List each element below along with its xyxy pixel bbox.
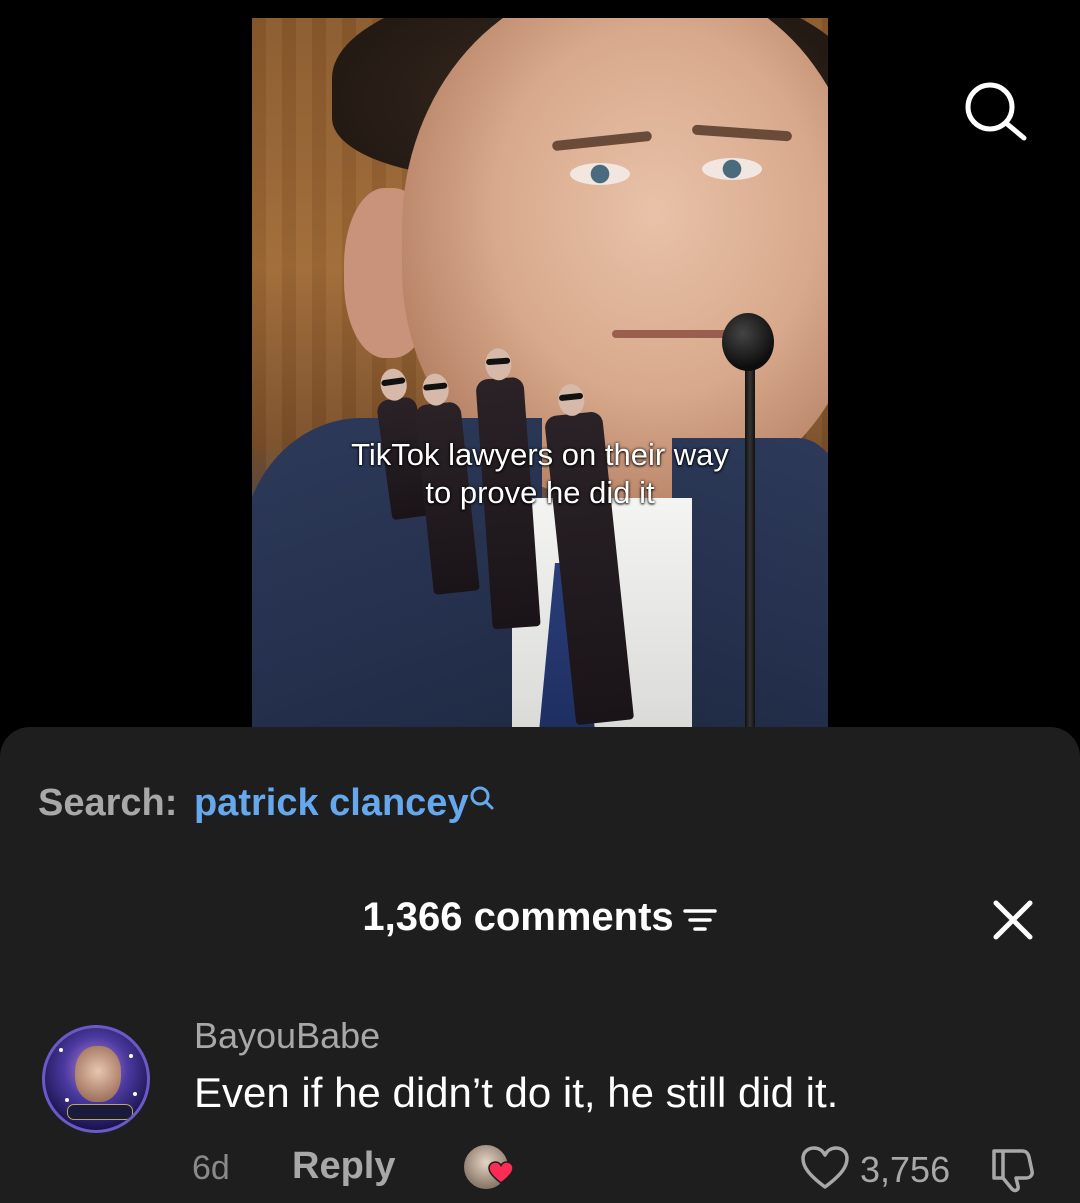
close-icon[interactable] [990,897,1036,943]
comment-time: 6d [192,1149,230,1187]
comment-actions: 6d Reply 3,756 [0,1143,1080,1195]
like-count: 3,756 [860,1149,951,1190]
comment-text: Even if he didn’t do it, he still did it… [194,1069,839,1116]
search-suggestion[interactable]: Search: patrick clancey [38,782,495,825]
heart-icon[interactable] [800,1145,850,1191]
tiktok-comments-screen: TikTok lawyers on their way to prove he … [0,0,1080,1203]
creator-heart-icon [488,1161,514,1184]
search-mini-icon [469,778,495,821]
reply-button[interactable]: Reply [292,1145,395,1188]
search-suggestion-label: Search: [38,782,178,824]
comments-header: 1,366 comments [0,895,1080,940]
comment-count: 1,366 comments [362,895,674,939]
avatar[interactable] [42,1025,150,1133]
video-eye-right [702,158,762,180]
video-eye-left [570,163,630,185]
comments-sheet: Search: patrick clancey 1,366 comments B… [0,727,1080,1203]
filter-icon[interactable] [682,906,718,939]
video-mouth [612,330,732,338]
video-caption: TikTok lawyers on their way to prove he … [351,437,729,510]
comment-username[interactable]: BayouBabe [194,1015,380,1057]
search-icon[interactable] [962,80,1030,142]
video-player[interactable]: TikTok lawyers on their way to prove he … [252,18,828,730]
microphone-stem [745,348,755,730]
search-suggestion-term[interactable]: patrick clancey [194,782,469,824]
creator-liked-badge [462,1143,518,1195]
microphone-head [722,313,774,371]
dislike-icon[interactable] [988,1145,1038,1193]
